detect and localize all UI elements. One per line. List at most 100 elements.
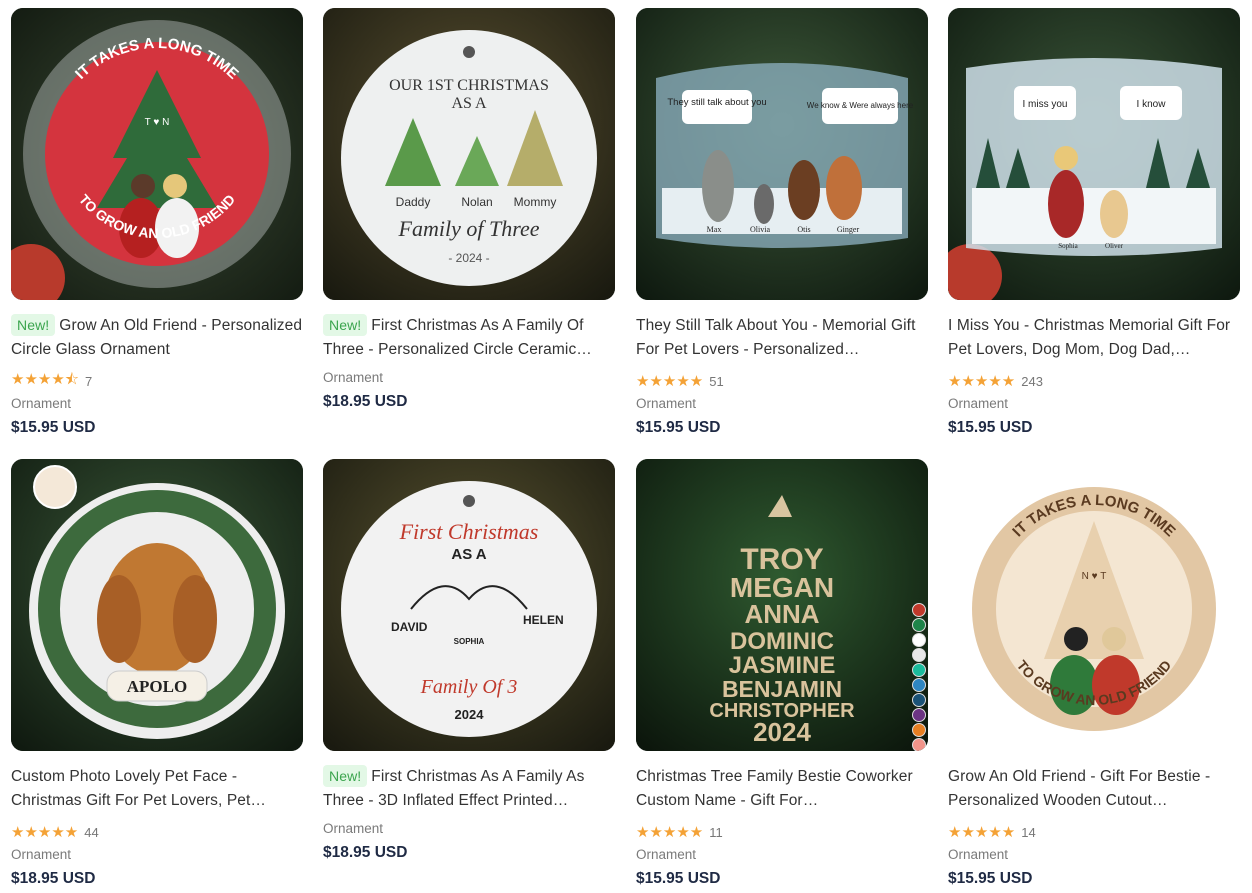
speech-bubble: I miss you	[1022, 99, 1067, 110]
art-title2: AS A	[451, 546, 486, 563]
product-card[interactable]: APOLO Custom Photo Lovely Pet Face - Chr…	[11, 459, 303, 888]
art-name: Ginger	[837, 225, 860, 234]
art-name: ANNA	[744, 599, 819, 629]
product-image[interactable]: They still talk about you We know & Were…	[636, 8, 928, 300]
rating: ★★★★★ 44	[11, 823, 303, 841]
rating: ★★★★★ 51	[636, 372, 928, 390]
product-image[interactable]: IT TAKES A LONG TIME TO GROW AN OLD FRIE…	[11, 8, 303, 300]
product-title[interactable]: I Miss You - Christmas Memorial Gift For…	[948, 314, 1240, 362]
product-title-text[interactable]: Grow An Old Friend - Gift For Bestie - P…	[948, 768, 1210, 809]
product-card[interactable]: TROY MEGAN ANNA DOMINIC JASMINE BENJAMIN…	[636, 459, 928, 888]
art-name: SOPHIA	[454, 637, 485, 646]
art-script: Family of Three	[398, 216, 540, 241]
art-initials: T ♥ N	[145, 117, 170, 128]
color-swatch-list[interactable]	[912, 603, 926, 751]
art-name: HELEN	[523, 613, 564, 627]
star-rating-icon: ★★★★★	[636, 373, 704, 390]
product-card[interactable]: IT TAKES A LONG TIME TO GROW AN OLD FRIE…	[11, 8, 303, 437]
product-price: $15.95 USD	[11, 419, 96, 436]
rating: ★★★★★ 11	[636, 823, 928, 841]
art-year: 2024	[753, 717, 811, 747]
star-rating-icon: ★★★★⯪	[11, 370, 79, 388]
art-name: Sophia	[1058, 242, 1078, 250]
product-price: $15.95 USD	[948, 419, 1033, 436]
product-title[interactable]: New! Grow An Old Friend - Personalized Ci…	[11, 314, 303, 362]
product-title[interactable]: They Still Talk About You - Memorial Gif…	[636, 314, 928, 362]
product-type: Ornament	[948, 847, 1009, 862]
color-swatch[interactable]	[912, 723, 926, 737]
product-title-text[interactable]: Christmas Tree Family Bestie Coworker Cu…	[636, 768, 913, 809]
product-card[interactable]: I miss you I know Sophia Oliver I Miss Y…	[948, 8, 1240, 437]
new-badge: New!	[323, 765, 368, 787]
speech-bubble: We know & Were always here	[807, 101, 914, 110]
art-name: BENJAMIN	[722, 676, 842, 702]
art-title2: AS A	[451, 95, 487, 112]
review-count: 11	[709, 824, 723, 840]
color-swatch[interactable]	[912, 693, 926, 707]
art-title1: First Christmas	[399, 519, 539, 544]
art-name: Max	[707, 225, 722, 234]
product-type: Ornament	[636, 847, 697, 862]
star-rating-icon: ★★★★★	[636, 824, 704, 841]
product-image[interactable]: IT TAKES A LONG TIME TO GROW AN OLD FRIE…	[948, 459, 1240, 751]
product-title[interactable]: New! First Christmas As A Family As Three…	[323, 765, 615, 813]
color-swatch[interactable]	[912, 633, 926, 647]
art-name: DAVID	[391, 620, 428, 634]
art-script: Family Of 3	[420, 676, 518, 698]
product-card[interactable]: IT TAKES A LONG TIME TO GROW AN OLD FRIE…	[948, 459, 1240, 888]
product-type: Ornament	[323, 370, 384, 385]
product-card[interactable]: OUR 1ST CHRISTMAS AS A Daddy Nolan Mommy…	[323, 8, 615, 411]
color-swatch[interactable]	[912, 708, 926, 722]
product-title[interactable]: New! First Christmas As A Family Of Three…	[323, 314, 615, 362]
review-count: 51	[709, 373, 724, 389]
product-type: Ornament	[636, 396, 697, 411]
art-initials: N ♥ T	[1082, 571, 1107, 582]
art-pet-name: APOLO	[127, 677, 187, 696]
product-card[interactable]: First Christmas AS A DAVID SOPHIA HELEN …	[323, 459, 615, 862]
product-type: Ornament	[323, 821, 384, 836]
color-swatch[interactable]	[912, 618, 926, 632]
color-swatch[interactable]	[912, 663, 926, 677]
color-swatch[interactable]	[912, 603, 926, 617]
product-title-text[interactable]: I Miss You - Christmas Memorial Gift For…	[948, 317, 1230, 358]
art-name: Oliver	[1105, 242, 1124, 250]
product-type: Ornament	[948, 396, 1009, 411]
art-name: Nolan	[461, 195, 492, 209]
product-image[interactable]: APOLO	[11, 459, 303, 751]
review-count: 243	[1021, 373, 1043, 389]
product-title-text[interactable]: They Still Talk About You - Memorial Gif…	[636, 317, 916, 358]
review-count: 44	[84, 824, 99, 840]
product-price: $18.95 USD	[323, 844, 408, 861]
rating: ★★★★★ 14	[948, 823, 1240, 841]
art-year: - 2024 -	[448, 251, 489, 265]
art-name: Mommy	[514, 195, 557, 209]
art-year: 2024	[455, 707, 485, 722]
product-title[interactable]: Christmas Tree Family Bestie Coworker Cu…	[636, 765, 928, 813]
product-title[interactable]: Custom Photo Lovely Pet Face - Christmas…	[11, 765, 303, 813]
speech-bubble: They still talk about you	[667, 97, 766, 108]
art-name: Olivia	[750, 225, 770, 234]
product-title[interactable]: Grow An Old Friend - Gift For Bestie - P…	[948, 765, 1240, 813]
color-swatch[interactable]	[912, 648, 926, 662]
color-swatch[interactable]	[912, 678, 926, 692]
product-image[interactable]: TROY MEGAN ANNA DOMINIC JASMINE BENJAMIN…	[636, 459, 928, 751]
product-image[interactable]: I miss you I know Sophia Oliver	[948, 8, 1240, 300]
product-price: $15.95 USD	[636, 419, 721, 436]
product-card[interactable]: They still talk about you We know & Were…	[636, 8, 928, 437]
product-type: Ornament	[11, 396, 72, 411]
product-image[interactable]: OUR 1ST CHRISTMAS AS A Daddy Nolan Mommy…	[323, 8, 615, 300]
product-image[interactable]: First Christmas AS A DAVID SOPHIA HELEN …	[323, 459, 615, 751]
art-name: DOMINIC	[730, 628, 834, 655]
product-type: Ornament	[11, 847, 72, 862]
product-title-text[interactable]: Custom Photo Lovely Pet Face - Christmas…	[11, 768, 266, 809]
star-rating-icon: ★★★★★	[948, 824, 1016, 841]
new-badge: New!	[323, 314, 368, 336]
art-title1: OUR 1ST CHRISTMAS	[389, 77, 549, 94]
art-name: JASMINE	[729, 652, 836, 679]
review-count: 14	[1021, 824, 1036, 840]
product-price: $15.95 USD	[948, 870, 1033, 887]
product-price: $18.95 USD	[323, 393, 408, 410]
color-swatch[interactable]	[912, 738, 926, 751]
art-name: Daddy	[396, 195, 431, 209]
star-rating-icon: ★★★★★	[948, 373, 1016, 390]
